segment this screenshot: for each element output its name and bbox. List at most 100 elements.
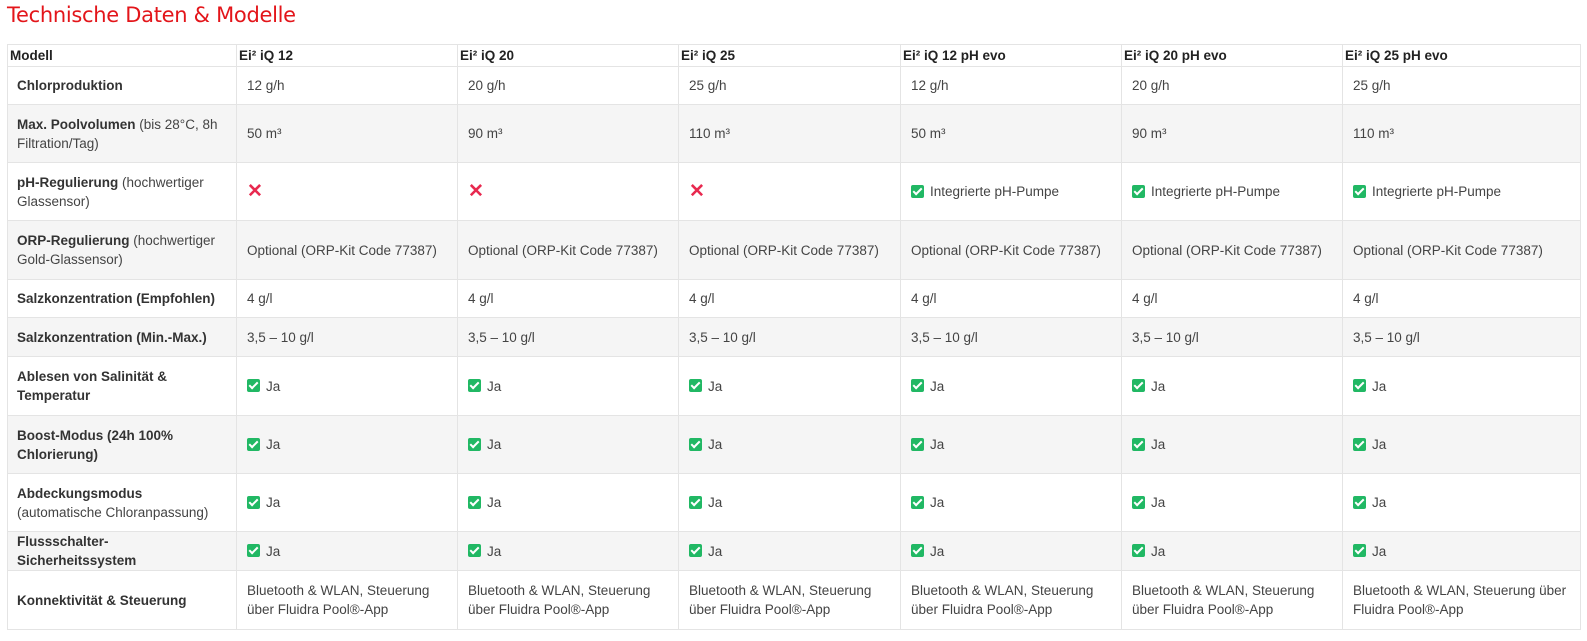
table-cell: Optional (ORP-Kit Code 77387) — [678, 220, 901, 280]
check-icon — [247, 544, 260, 558]
table-cell: 25 g/h — [1342, 66, 1581, 105]
table-cell: Bluetooth & WLAN, Steuerung über Fluidra… — [236, 570, 458, 630]
cell-text: Ja — [1372, 378, 1387, 394]
cell-text: 3,5 – 10 g/l — [689, 329, 756, 345]
table-cell: Ja — [678, 415, 901, 474]
cell-text: Ja — [930, 437, 945, 452]
check-icon — [1353, 379, 1366, 393]
row-label-note: (automatische Chloranpassung) — [17, 504, 209, 520]
table-cell: Bluetooth & WLAN, Steuerung über Fluidra… — [1342, 570, 1581, 630]
table-row: Boost-Modus (24h 100% Chlorierung) Ja Ja Ja… — [7, 415, 1581, 474]
table-cell: Ja — [457, 415, 679, 474]
row-label: Boost-Modus (24h 100% Chlorierung) — [7, 415, 237, 474]
table-row: pH-Regulierung (hochwertiger Glassensor)… — [7, 162, 1581, 221]
cell-text: Integrierte pH-Pumpe — [1372, 184, 1502, 199]
table-cell: Ja — [678, 473, 901, 532]
cell-text: Optional (ORP-Kit Code 77387) — [1353, 242, 1543, 258]
table-cell: Ja — [1121, 356, 1343, 416]
cell-text: Ja — [487, 543, 502, 559]
header-model: Ei² iQ 25 — [678, 44, 901, 67]
cell-text: 3,5 – 10 g/l — [1353, 329, 1420, 345]
table-cell: 20 g/h — [457, 66, 679, 105]
row-label: ORP-Regulierung (hochwertiger Gold-Glass… — [7, 220, 237, 280]
row-label: Max. Poolvolumen (bis 28°C, 8h Filtratio… — [7, 104, 237, 163]
cell-text: 110 m³ — [689, 126, 731, 141]
table-cell: 50 m³ — [236, 104, 458, 163]
table-header-row: Modell Ei² iQ 12 Ei² iQ 20 Ei² iQ 25 Ei²… — [7, 44, 1581, 67]
check-icon — [1132, 184, 1145, 198]
table-cell: Ja — [236, 415, 458, 474]
table-cell: 3,5 – 10 g/l — [457, 317, 679, 357]
check-icon — [468, 544, 481, 558]
check-icon — [468, 379, 481, 393]
row-label-text: Boost-Modus (24h 100% Chlorierung) — [17, 427, 174, 462]
cell-text: 90 m³ — [1132, 126, 1167, 141]
cell-text: Ja — [266, 437, 281, 452]
cell-text: 3,5 – 10 g/l — [911, 329, 978, 345]
cell-text: Ja — [266, 495, 281, 510]
cell-text: 3,5 – 10 g/l — [247, 329, 314, 345]
table-cell: Ja — [678, 356, 901, 416]
table-cell: 3,5 – 10 g/l — [1121, 317, 1343, 357]
cell-text: Ja — [708, 437, 723, 452]
table-cell: 25 g/h — [678, 66, 901, 105]
table-cell: 3,5 – 10 g/l — [678, 317, 901, 357]
row-label-text: Abdeckungsmodus — [17, 485, 143, 501]
table-cell: Optional (ORP-Kit Code 77387) — [1121, 220, 1343, 280]
cell-text: 25 g/h — [1353, 78, 1391, 93]
table-cell: Integrierte pH-Pumpe — [900, 162, 1122, 221]
cell-text: Integrierte pH-Pumpe — [930, 184, 1060, 199]
cell-text: Optional (ORP-Kit Code 77387) — [1132, 242, 1322, 258]
cell-text: 20 g/h — [468, 78, 506, 93]
table-cell: 4 g/l — [678, 279, 901, 318]
cell-text: Optional (ORP-Kit Code 77387) — [468, 242, 658, 258]
table-cell: Ja — [1121, 473, 1343, 532]
table-cell: Integrierte pH-Pumpe — [1342, 162, 1581, 221]
table-cell: Bluetooth & WLAN, Steuerung über Fluidra… — [457, 570, 679, 630]
table-cell: Ja — [1121, 531, 1343, 571]
table-row: Max. Poolvolumen (bis 28°C, 8h Filtratio… — [7, 104, 1581, 163]
row-label: pH-Regulierung (hochwertiger Glassensor) — [7, 162, 237, 221]
table-cell: 20 g/h — [1121, 66, 1343, 105]
table-cell: Ja — [900, 356, 1122, 416]
check-icon — [247, 437, 260, 451]
row-label: Flussschalter-Sicherheitssystem — [7, 531, 237, 571]
check-icon — [1353, 544, 1366, 558]
check-icon — [689, 437, 702, 451]
cell-text: 4 g/l — [1132, 291, 1158, 306]
table-cell: Ja — [457, 356, 679, 416]
check-icon — [911, 544, 924, 558]
cell-text: 4 g/l — [247, 291, 273, 306]
header-model: Ei² iQ 12 pH evo — [900, 44, 1122, 67]
table-cell: ✕ — [236, 162, 458, 221]
row-label: Konnektivität & Steuerung — [7, 570, 237, 630]
table-body: Chlorproduktion 12 g/h 20 g/h 25 g/h 12 g/h 2… — [7, 66, 1581, 630]
row-label-text: pH-Regulierung — [17, 174, 119, 190]
cross-icon: ✕ — [247, 181, 263, 203]
table-cell: Ja — [1342, 356, 1581, 416]
cell-text: 12 g/h — [247, 78, 285, 93]
table-cell: Bluetooth & WLAN, Steuerung über Fluidra… — [900, 570, 1122, 630]
cell-text: 3,5 – 10 g/l — [468, 329, 535, 345]
cell-text: Ja — [1372, 543, 1387, 559]
table-cell: 90 m³ — [1121, 104, 1343, 163]
table-cell: Optional (ORP-Kit Code 77387) — [457, 220, 679, 280]
table-cell: Optional (ORP-Kit Code 77387) — [1342, 220, 1581, 280]
row-label-text: Ablesen von Salinität & Temperatur — [17, 369, 168, 403]
check-icon — [468, 437, 481, 451]
table-cell: Bluetooth & WLAN, Steuerung über Fluidra… — [678, 570, 901, 630]
cross-icon: ✕ — [689, 181, 705, 203]
cell-text: Ja — [1372, 437, 1387, 452]
cell-text: Ja — [930, 378, 945, 394]
row-label: Chlorproduktion — [7, 66, 237, 105]
cell-text: Bluetooth & WLAN, Steuerung über Fluidra… — [247, 583, 430, 617]
table-row: Salzkonzentration (Empfohlen) 4 g/l 4 g/l 4… — [7, 279, 1581, 318]
table-cell: 12 g/h — [236, 66, 458, 105]
cell-text: Ja — [1151, 543, 1166, 559]
table-row: ORP-Regulierung (hochwertiger Gold-Glass… — [7, 220, 1581, 280]
row-label-text: Max. Poolvolumen — [17, 116, 136, 132]
table-cell: 12 g/h — [900, 66, 1122, 105]
cell-text: Optional (ORP-Kit Code 77387) — [911, 242, 1101, 258]
table-cell: 4 g/l — [236, 279, 458, 318]
table-row: Abdeckungsmodus (automatische Chloranpas… — [7, 473, 1581, 532]
